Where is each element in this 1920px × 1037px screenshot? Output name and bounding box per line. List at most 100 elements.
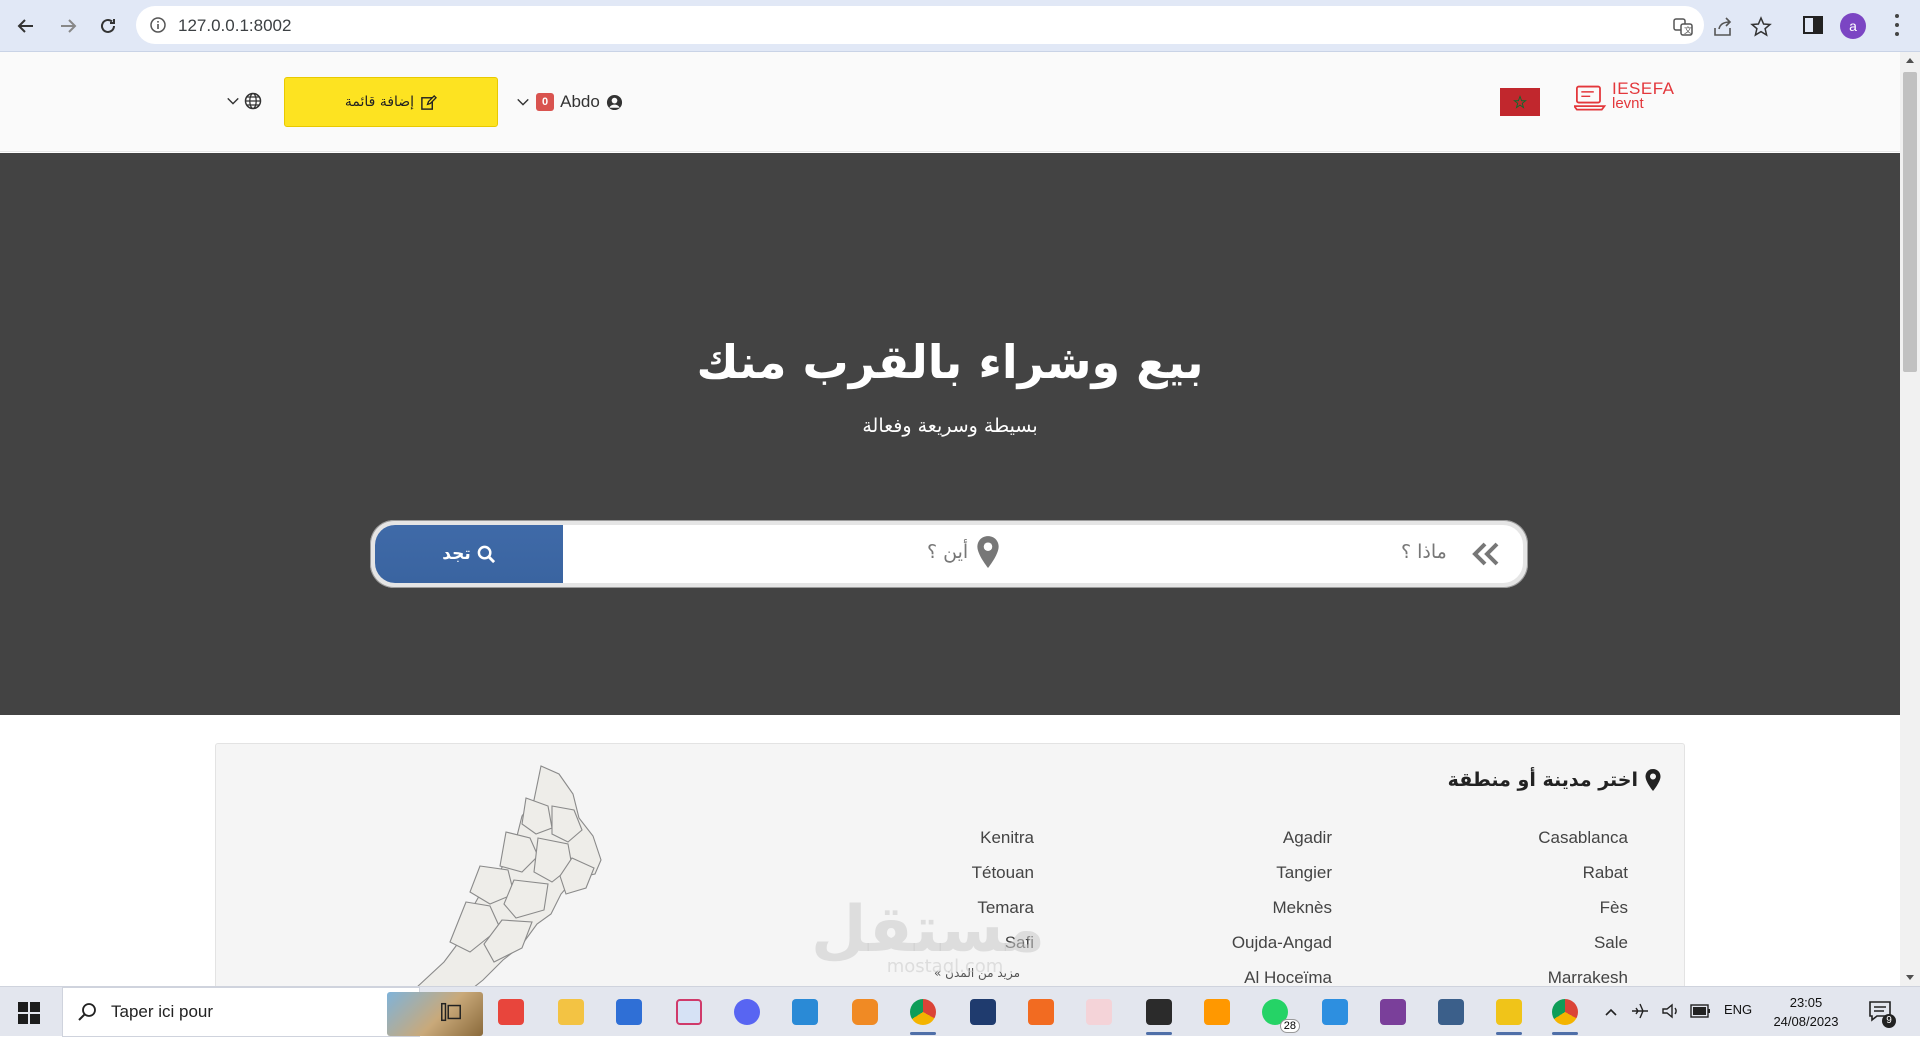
cart-count-badge: 0 bbox=[536, 93, 555, 111]
page-viewport: إضافة قائمة 0 Abdo IESEFA levnt بيع وشرا… bbox=[0, 52, 1900, 986]
notification-count: 9 bbox=[1882, 1014, 1896, 1028]
devtools-app-icon[interactable] bbox=[966, 995, 1000, 1029]
language-selector[interactable] bbox=[226, 92, 262, 110]
scroll-down-arrow-icon[interactable] bbox=[1906, 975, 1914, 980]
city-link[interactable]: Safi bbox=[972, 925, 1034, 960]
user-menu[interactable]: 0 Abdo bbox=[516, 92, 623, 112]
notification-center-icon[interactable]: 9 bbox=[1868, 1000, 1896, 1028]
star-icon bbox=[1513, 95, 1527, 109]
where-placeholder: أين ؟ bbox=[927, 541, 969, 563]
browser-menu-icon[interactable] bbox=[1894, 14, 1900, 36]
search-submit-button[interactable]: تجد bbox=[375, 525, 563, 583]
battery-icon[interactable] bbox=[1690, 1003, 1712, 1019]
profile-initial: a bbox=[1849, 18, 1857, 34]
profile-avatar[interactable]: a bbox=[1840, 13, 1866, 39]
svg-text:文: 文 bbox=[1684, 25, 1692, 35]
page-scrollbar[interactable] bbox=[1900, 52, 1920, 986]
logo-laptop-icon bbox=[1574, 85, 1607, 111]
city-link[interactable]: Sale bbox=[1538, 925, 1628, 960]
site-header: إضافة قائمة 0 Abdo IESEFA levnt bbox=[0, 52, 1900, 152]
map-pin-icon bbox=[977, 536, 999, 568]
city-link[interactable]: Temara bbox=[972, 890, 1034, 925]
taskbar-search-text: Taper ici pour bbox=[111, 1002, 214, 1021]
arrow-left-icon bbox=[17, 19, 33, 33]
url-text[interactable]: 127.0.0.1:8002 bbox=[178, 16, 291, 36]
chrome-icon[interactable] bbox=[906, 995, 940, 1035]
side-panel-icon[interactable] bbox=[1800, 12, 1826, 38]
info-icon[interactable] bbox=[150, 17, 166, 33]
edit-icon bbox=[421, 94, 438, 110]
map-marker-icon bbox=[1645, 769, 1661, 791]
city-column-3: Kenitra Tétouan Temara Safi bbox=[972, 820, 1034, 960]
where-input[interactable]: أين ؟ bbox=[563, 525, 1029, 583]
taskbar-search-box[interactable]: Taper ici pour bbox=[62, 987, 483, 1037]
volume-icon[interactable] bbox=[1660, 1001, 1680, 1021]
city-link[interactable]: Meknès bbox=[1232, 890, 1332, 925]
scroll-up-arrow-icon[interactable] bbox=[1906, 58, 1914, 63]
user-circle-icon bbox=[606, 94, 622, 110]
windows-start-icon[interactable] bbox=[18, 1002, 40, 1024]
discord-icon[interactable] bbox=[730, 995, 764, 1029]
cities-title: اختر مدينة أو منطقة bbox=[1448, 768, 1662, 792]
app-icon-orange[interactable] bbox=[1024, 995, 1058, 1029]
add-listing-button[interactable]: إضافة قائمة bbox=[284, 77, 498, 127]
sublime-text-icon[interactable] bbox=[1200, 995, 1234, 1029]
city-column-1: Casablanca Rabat Fès Sale Marrakesh bbox=[1538, 820, 1628, 986]
city-link[interactable]: Rabat bbox=[1538, 855, 1628, 890]
what-placeholder: ماذا ؟ bbox=[1401, 541, 1447, 563]
globe-icon bbox=[244, 92, 262, 110]
scroll-thumb[interactable] bbox=[1903, 72, 1917, 372]
file-explorer-icon[interactable] bbox=[554, 995, 588, 1029]
vscode-icon[interactable] bbox=[788, 995, 822, 1029]
share-icon[interactable] bbox=[1712, 16, 1734, 38]
hero-title: بيع وشراء بالقرب منك bbox=[696, 335, 1204, 389]
city-link[interactable]: Kenitra bbox=[972, 820, 1034, 855]
app-icon-yellow[interactable] bbox=[1492, 995, 1526, 1035]
city-column-2: Agadir Tangier Meknès Oujda-Angad Al Hoc… bbox=[1232, 820, 1332, 986]
bookmark-star-icon[interactable] bbox=[1750, 16, 1772, 38]
more-cities-link[interactable]: مزيد من المدن » bbox=[934, 966, 1020, 980]
username: Abdo bbox=[560, 92, 600, 111]
cities-panel: اختر مدينة أو منطقة Casablanca Rabat Fès… bbox=[215, 743, 1685, 986]
winrar-icon[interactable] bbox=[1376, 995, 1410, 1029]
translate-icon[interactable]: 文 bbox=[1672, 16, 1694, 38]
city-link[interactable]: Agadir bbox=[1232, 820, 1332, 855]
city-link[interactable]: Marrakesh bbox=[1538, 960, 1628, 986]
morocco-regions-map[interactable] bbox=[406, 762, 706, 986]
whatsapp-icon[interactable]: 28 bbox=[1258, 995, 1300, 1033]
city-link[interactable]: Casablanca bbox=[1538, 820, 1628, 855]
chevron-up-icon[interactable] bbox=[1604, 1005, 1618, 1019]
chrome-profile-icon[interactable] bbox=[1548, 995, 1582, 1035]
app-icon-hexagon[interactable] bbox=[848, 995, 882, 1029]
double-chevron-left-icon bbox=[1472, 542, 1499, 566]
city-link[interactable]: Tétouan bbox=[972, 855, 1034, 890]
remote-desktop-icon[interactable] bbox=[1318, 995, 1352, 1029]
terminal-icon[interactable] bbox=[1142, 995, 1176, 1035]
clock-time: 23:05 bbox=[1789, 995, 1823, 1010]
airplane-mode-icon[interactable] bbox=[1630, 1001, 1650, 1021]
forward-button[interactable] bbox=[52, 10, 84, 42]
city-link[interactable]: Al Hoceïma bbox=[1232, 960, 1332, 986]
browser-toolbar: 127.0.0.1:8002 文 a bbox=[0, 0, 1920, 52]
virtualbox-icon[interactable] bbox=[1434, 995, 1468, 1029]
keyboard-language[interactable]: ENG bbox=[1724, 1002, 1752, 1017]
city-link[interactable]: Oujda-Angad bbox=[1232, 925, 1332, 960]
hero-section: بيع وشراء بالقرب منك بسيطة وسريعة وفعالة… bbox=[0, 153, 1900, 715]
clock-date: 24/08/2023 bbox=[1773, 1014, 1839, 1029]
address-bar[interactable]: 127.0.0.1:8002 文 bbox=[136, 6, 1772, 44]
back-button[interactable] bbox=[10, 10, 42, 42]
system-clock[interactable]: 23:05 24/08/2023 bbox=[1766, 993, 1846, 1031]
city-link[interactable]: Tangier bbox=[1232, 855, 1332, 890]
hero-subtitle: بسيطة وسريعة وفعالة bbox=[862, 415, 1038, 437]
country-flag-morocco[interactable] bbox=[1500, 88, 1540, 116]
city-link[interactable]: Fès bbox=[1538, 890, 1628, 925]
whatsapp-unread-badge: 28 bbox=[1279, 1019, 1300, 1033]
microsoft-store-icon[interactable] bbox=[612, 995, 646, 1029]
app-icon-anime[interactable] bbox=[1082, 995, 1116, 1029]
app-icon-red-grid[interactable] bbox=[494, 995, 528, 1029]
reload-button[interactable] bbox=[92, 10, 124, 42]
site-logo[interactable]: IESEFA levnt bbox=[1574, 79, 1674, 119]
what-input[interactable]: ماذا ؟ bbox=[1029, 525, 1523, 583]
task-view-icon[interactable] bbox=[434, 995, 468, 1029]
snipping-tool-icon[interactable] bbox=[672, 995, 706, 1029]
